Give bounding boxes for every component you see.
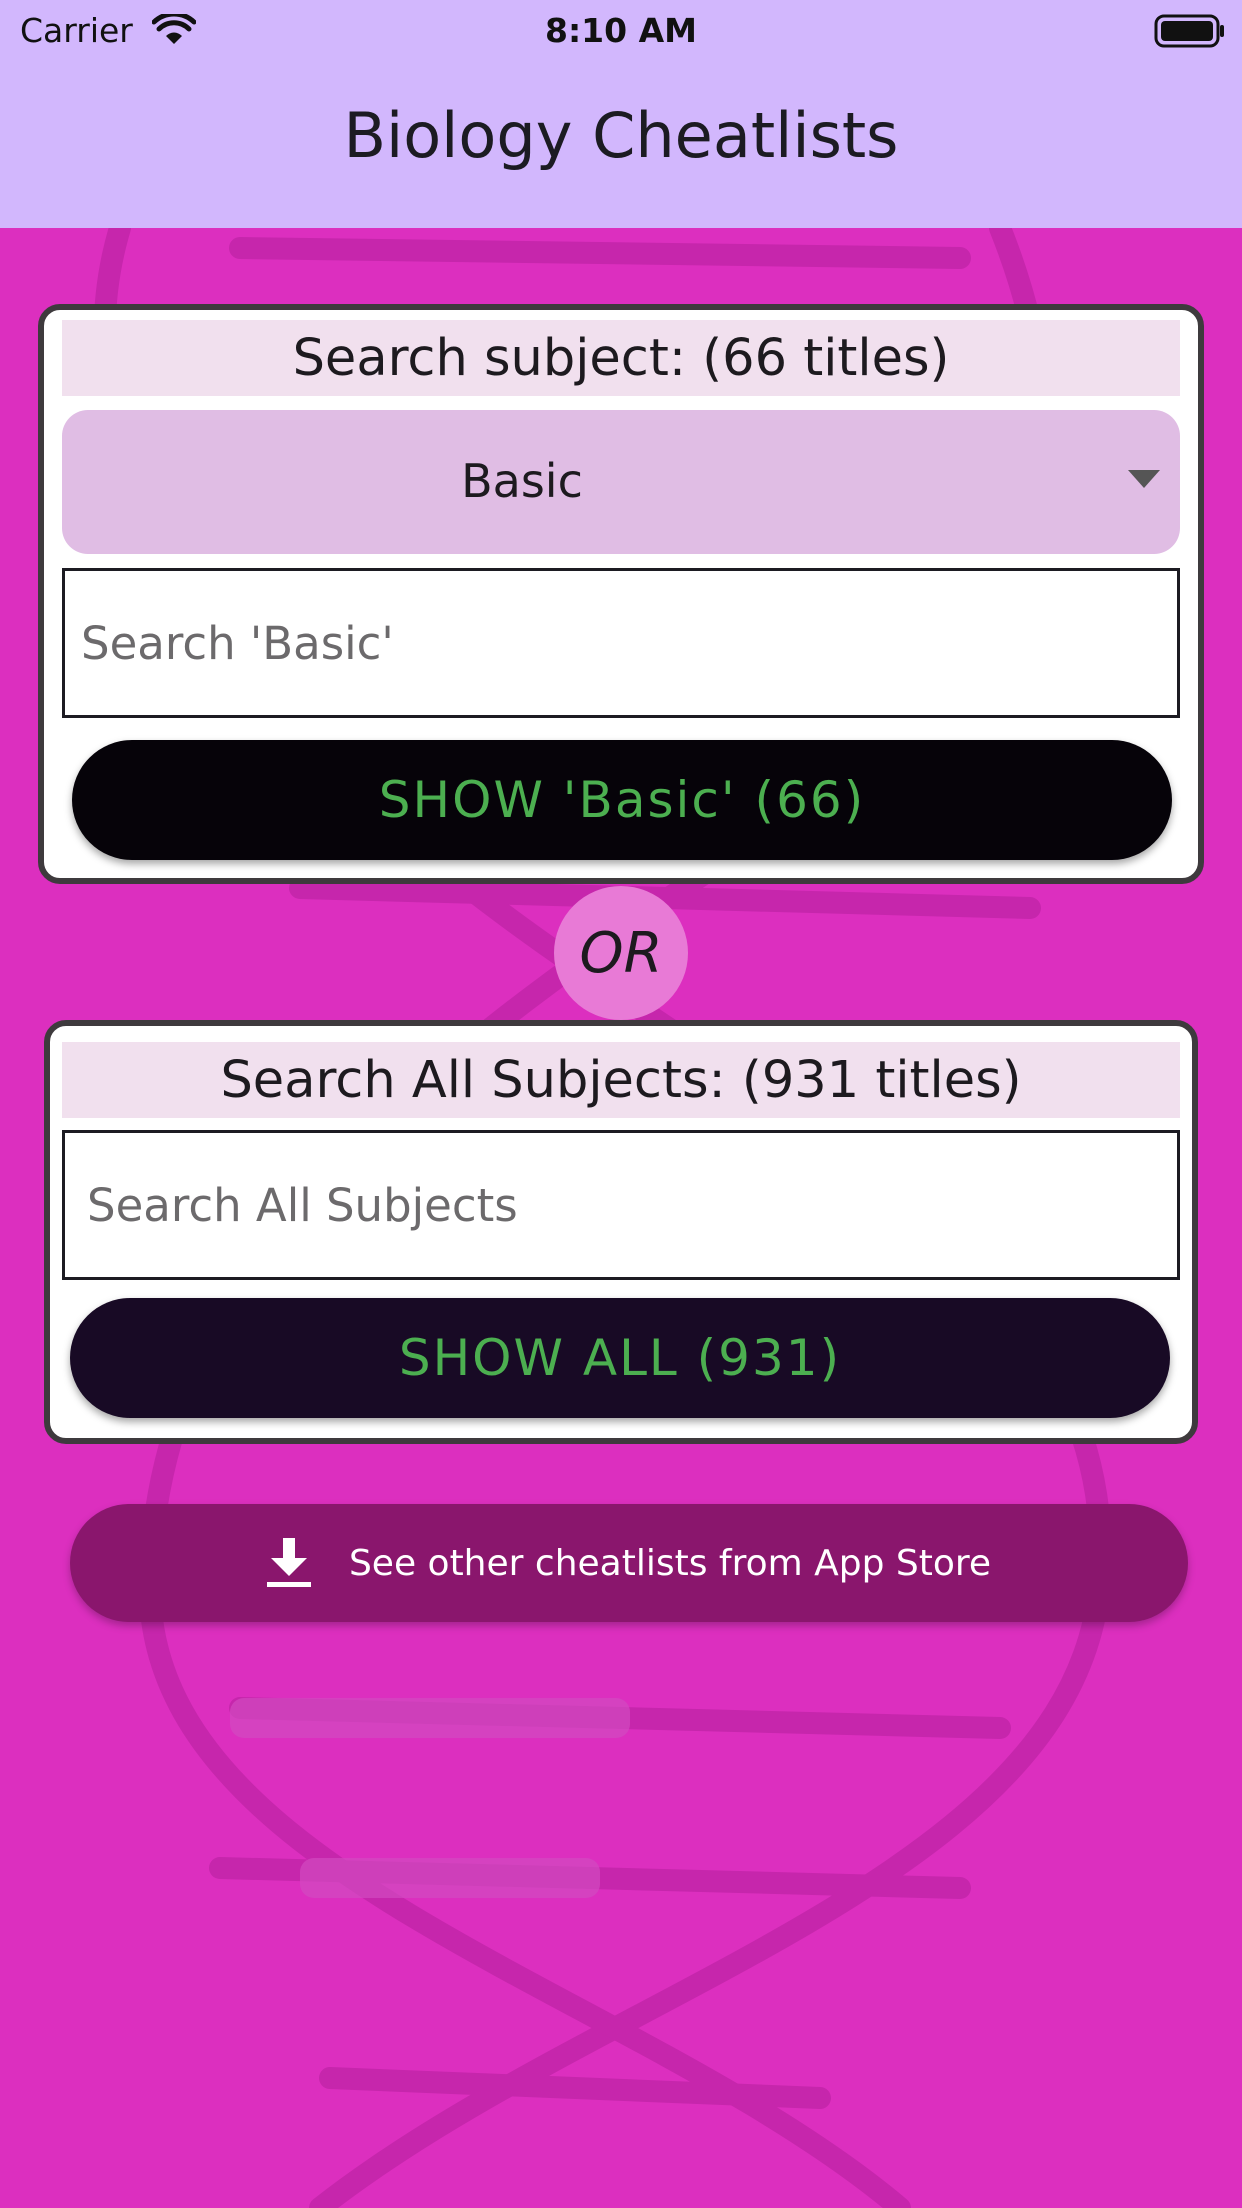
all-subjects-search-card: Search All Subjects: (931 titles) SHOW A… xyxy=(44,1020,1198,1444)
dropdown-arrow-icon xyxy=(1128,470,1160,488)
show-subject-button[interactable]: SHOW 'Basic' (66) xyxy=(72,740,1172,860)
show-all-button[interactable]: SHOW ALL (931) xyxy=(70,1298,1170,1418)
battery-icon xyxy=(1154,14,1224,48)
subject-search-card: Search subject: (66 titles) Basic SHOW '… xyxy=(38,304,1204,884)
subject-section-header: Search subject: (66 titles) xyxy=(62,320,1180,396)
subject-search-input[interactable] xyxy=(62,568,1180,718)
all-subjects-search-input[interactable] xyxy=(62,1130,1180,1280)
app-store-button[interactable]: See other cheatlists from App Store xyxy=(70,1504,1188,1622)
subject-dropdown[interactable]: Basic xyxy=(62,410,1180,554)
status-bar: Carrier 8:10 AM xyxy=(0,0,1242,62)
download-icon xyxy=(266,1538,311,1588)
app-store-button-label: See other cheatlists from App Store xyxy=(348,1542,992,1584)
or-divider: OR xyxy=(554,886,688,1020)
subject-dropdown-value: Basic xyxy=(461,454,583,508)
page-title: Biology Cheatlists xyxy=(343,98,899,172)
all-subjects-section-header: Search All Subjects: (931 titles) xyxy=(62,1042,1180,1118)
app-bar: Biology Cheatlists xyxy=(0,62,1242,228)
status-time: 8:10 AM xyxy=(545,11,697,50)
